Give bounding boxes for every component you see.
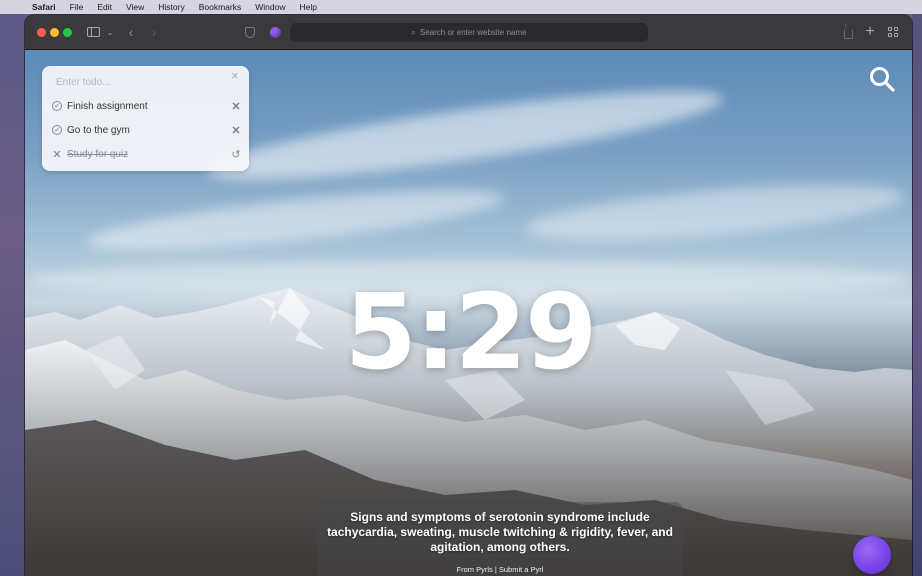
menu-window[interactable]: Window — [255, 0, 285, 14]
undo-icon[interactable]: ↺ — [230, 148, 242, 161]
menu-bookmarks[interactable]: Bookmarks — [199, 0, 242, 14]
search-icon: ⌕ — [411, 27, 416, 37]
menu-edit[interactable]: Edit — [97, 0, 112, 14]
clock: 5:29 — [344, 271, 598, 393]
menu-history[interactable]: History — [158, 0, 184, 14]
tab-overview-icon[interactable] — [887, 24, 899, 40]
extension-icon[interactable] — [269, 24, 281, 40]
close-icon[interactable]: × — [231, 69, 239, 83]
maximize-window-button[interactable] — [63, 28, 72, 37]
menu-view[interactable]: View — [126, 0, 144, 14]
minimize-window-button[interactable] — [50, 28, 59, 37]
address-placeholder: Search or enter website name — [419, 28, 527, 37]
menu-bar: Safari File Edit View History Bookmarks … — [0, 0, 922, 14]
close-window-button[interactable] — [37, 28, 46, 37]
desktop-wallpaper-left — [0, 14, 25, 576]
x-icon[interactable]: ✕ — [52, 148, 62, 161]
forward-arrow-icon[interactable]: › — [149, 24, 159, 40]
fact-card: Signs and symptoms of serotonin syndrome… — [317, 502, 683, 576]
browser-toolbar: ⌄ ‹ › ⌕ Search or enter website name + — [25, 15, 912, 50]
assistant-orb-icon[interactable] — [853, 536, 891, 574]
checkmark-icon[interactable]: ✓ — [52, 125, 62, 135]
todo-item-label: Study for quiz — [67, 148, 129, 160]
fact-source-link[interactable]: From Pyrls | Submit a Pyrl — [317, 565, 683, 574]
todo-item[interactable]: ✓ Finish assignment ✕ — [50, 97, 242, 115]
desktop-wallpaper-right — [912, 14, 922, 576]
delete-icon[interactable]: ✕ — [230, 124, 242, 137]
delete-icon[interactable]: ✕ — [230, 100, 242, 113]
new-tab-page: Enter todo... × ✓ Finish assignment ✕ ✓ … — [25, 50, 912, 576]
menu-file[interactable]: File — [70, 0, 84, 14]
todo-panel: Enter todo... × ✓ Finish assignment ✕ ✓ … — [42, 66, 249, 171]
fact-text: Signs and symptoms of serotonin syndrome… — [327, 510, 673, 554]
todo-input[interactable]: Enter todo... — [56, 76, 216, 90]
sidebar-toggle-icon[interactable] — [86, 24, 100, 40]
checkmark-icon[interactable]: ✓ — [52, 101, 62, 111]
todo-item-label: Finish assignment — [67, 100, 148, 112]
back-arrow-icon[interactable]: ‹ — [126, 24, 136, 40]
address-bar[interactable]: ⌕ Search or enter website name — [290, 23, 648, 42]
chevron-down-icon[interactable]: ⌄ — [106, 24, 114, 40]
menu-safari[interactable]: Safari — [32, 0, 56, 14]
todo-item[interactable]: ✓ Go to the gym ✕ — [50, 121, 242, 139]
safari-window: ⌄ ‹ › ⌕ Search or enter website name + — [25, 15, 912, 576]
search-icon[interactable] — [869, 66, 895, 92]
share-icon[interactable] — [842, 21, 854, 40]
todo-item-completed[interactable]: ✕ Study for quiz ↺ — [50, 145, 242, 163]
privacy-shield-icon[interactable] — [244, 24, 256, 40]
todo-item-label: Go to the gym — [67, 124, 130, 136]
new-tab-icon[interactable]: + — [864, 23, 876, 40]
menu-help[interactable]: Help — [299, 0, 316, 14]
